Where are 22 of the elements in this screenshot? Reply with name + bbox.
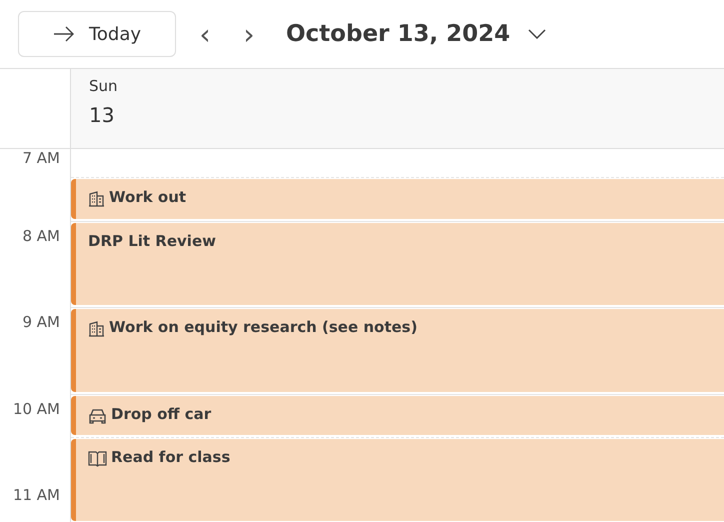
next-button[interactable]: ›: [234, 14, 264, 54]
calendar-event[interactable]: Work on equity research (see notes): [71, 309, 724, 392]
chevron-down-icon: [528, 29, 546, 39]
hour-label: 9 AM: [22, 313, 60, 331]
hour-label: 10 AM: [12, 400, 60, 418]
calendar-event[interactable]: DRP Lit Review: [71, 222, 724, 305]
date-number: 13: [89, 103, 114, 127]
hour-label: 7 AM: [22, 149, 60, 167]
hour-label: 8 AM: [22, 226, 60, 244]
hour-label: 11 AM: [12, 486, 60, 504]
arrow-right-icon: [52, 26, 75, 42]
today-button[interactable]: Today: [18, 11, 176, 57]
building-icon: [88, 190, 105, 208]
building-icon: [88, 320, 105, 337]
weekday-label: Sun: [89, 77, 118, 95]
previous-button[interactable]: ‹: [190, 14, 220, 54]
calendar-event[interactable]: Work out: [71, 179, 724, 218]
car-icon: [88, 406, 107, 424]
calendar-event[interactable]: Drop off car: [71, 396, 724, 435]
calendar-event[interactable]: Read for class: [71, 438, 724, 522]
date-picker-button[interactable]: October 13, 2024: [286, 21, 546, 47]
book-icon: [88, 450, 107, 467]
